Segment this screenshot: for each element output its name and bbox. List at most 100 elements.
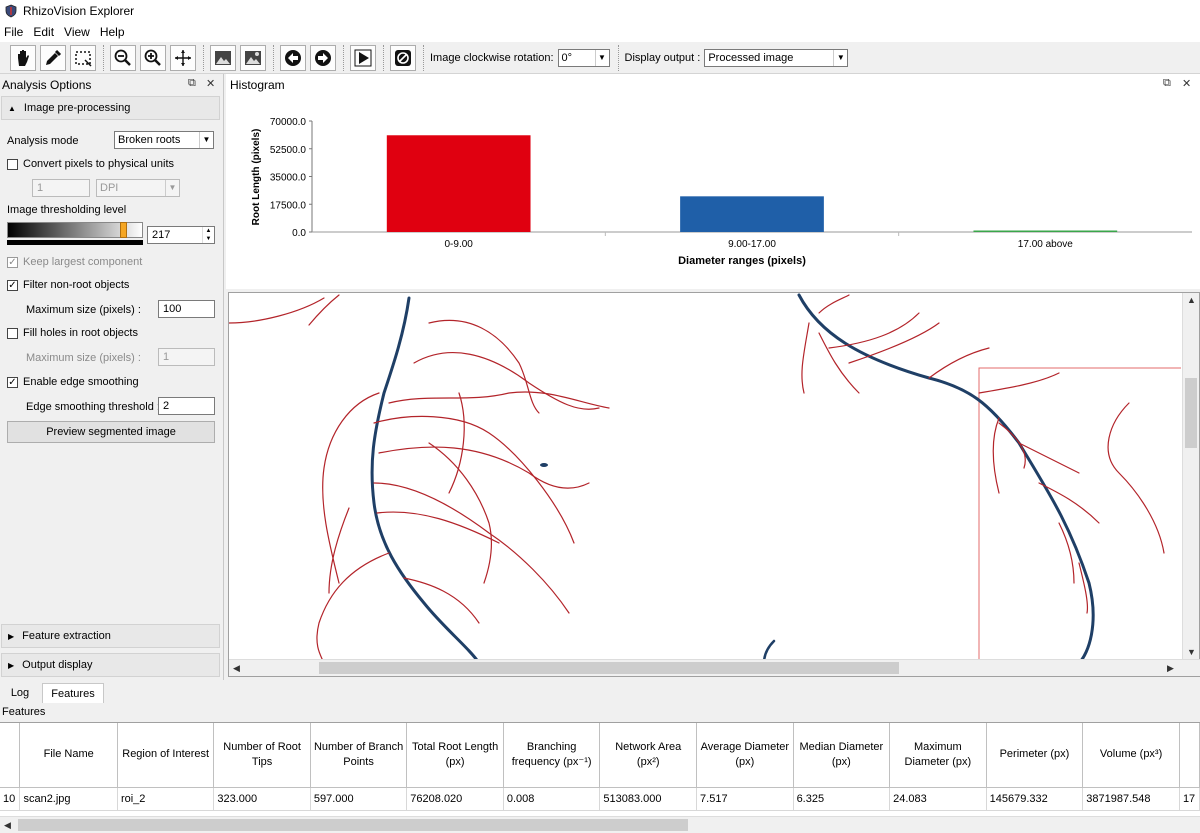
zoom-in-button[interactable]	[140, 44, 166, 71]
fill-max-size-label: Maximum size (pixels) :	[26, 352, 141, 364]
chart-x-tick-label: 9.00-17.00	[728, 239, 776, 250]
zoom-out-icon	[114, 49, 131, 66]
checkbox-box	[7, 327, 18, 339]
checkbox-checked-icon: ✓	[7, 279, 18, 291]
filter-non-root-checkbox[interactable]: ✓ Filter non-root objects	[7, 279, 129, 291]
filter-max-size-input[interactable]: 100	[158, 300, 215, 318]
load-folder-button[interactable]	[240, 44, 266, 71]
physical-units-value-input[interactable]: 1	[32, 179, 90, 197]
toolbar-separator	[343, 44, 344, 71]
column-header[interactable]: Maximum Diameter (px)	[889, 723, 987, 788]
display-output-label: Display output :	[624, 51, 701, 64]
chart-y-tick-label: 70000.0	[270, 117, 307, 128]
scroll-up-icon[interactable]: ▲	[1187, 295, 1196, 305]
root-image-canvas[interactable]	[229, 293, 1181, 659]
table-cell: scan2.jpg	[19, 787, 118, 811]
fill-max-size-input[interactable]: 1	[158, 348, 215, 366]
threshold-gradient-slider[interactable]	[7, 222, 143, 238]
toolbar: Image clockwise rotation: 0° ▼ Display o…	[0, 42, 1200, 74]
fill-holes-checkbox[interactable]: Fill holes in root objects	[7, 327, 138, 339]
section-image-preprocessing[interactable]: ▲ Image pre-processing	[1, 96, 220, 120]
analysis-mode-select[interactable]: Broken roots ▼	[114, 131, 214, 149]
edge-smoothing-checkbox[interactable]: ✓ Enable edge smoothing	[7, 376, 139, 388]
next-image-button[interactable]	[310, 44, 336, 71]
table-cell: 513083.000	[599, 787, 698, 811]
pan-button[interactable]	[10, 44, 36, 71]
chart-bar	[973, 230, 1118, 232]
stop-button[interactable]	[390, 44, 416, 71]
chart-x-tick-label: 0-9.00	[444, 239, 473, 250]
section-output-display[interactable]: ▶ Output display	[1, 653, 220, 677]
table-cell: 17	[1179, 787, 1200, 811]
vertical-scroll-thumb[interactable]	[1185, 378, 1197, 448]
column-header[interactable]: File Name	[19, 723, 118, 788]
table-cell: 7.517	[696, 787, 794, 811]
stop-icon	[395, 49, 411, 66]
threshold-slider-handle[interactable]	[119, 222, 127, 238]
table-cell: 597.000	[310, 787, 408, 811]
horizontal-scroll-thumb[interactable]	[319, 662, 899, 674]
rotation-label: Image clockwise rotation:	[430, 51, 554, 64]
physical-units-select[interactable]: DPI ▼	[96, 179, 180, 197]
scroll-left-icon[interactable]: ◀	[233, 663, 240, 674]
spin-arrows-icon[interactable]: ▲ ▼	[202, 227, 214, 243]
tab-log[interactable]: Log	[4, 683, 36, 703]
image-viewer[interactable]: ▲ ▼ ◀ ▶	[228, 292, 1200, 677]
rotation-select[interactable]: 0° ▼	[557, 48, 610, 67]
menu-file[interactable]: File	[4, 25, 23, 39]
toolbar-separator	[383, 44, 384, 71]
chart-bar	[680, 196, 824, 232]
table-scroll-thumb[interactable]	[18, 819, 688, 831]
column-header[interactable]	[0, 723, 21, 788]
threshold-value-spinbox[interactable]: 217 ▲ ▼	[147, 226, 215, 244]
float-panel-icon[interactable]: ⧉	[188, 77, 196, 90]
run-button[interactable]	[350, 44, 376, 71]
scroll-down-icon[interactable]: ▼	[1187, 647, 1196, 657]
column-header[interactable]: Number of Root Tips	[213, 723, 311, 788]
close-panel-icon[interactable]: ✕	[206, 77, 215, 90]
image-icon	[215, 50, 231, 65]
toolbar-separator	[617, 44, 619, 71]
roi-select-button[interactable]	[70, 44, 96, 71]
vertical-scrollbar[interactable]: ▲ ▼	[1182, 293, 1199, 659]
chart-y-tick-label: 35000.0	[270, 173, 307, 184]
menu-edit[interactable]: Edit	[33, 25, 54, 39]
section-feature-extraction[interactable]: ▶ Feature extraction	[1, 624, 220, 648]
table-horizontal-scrollbar[interactable]: ◀	[0, 816, 1200, 833]
toolbar-separator	[423, 44, 424, 71]
table-row[interactable]: 10 scan2.jpg roi_2 323.000 597.000 76208…	[0, 787, 1200, 811]
menu-view[interactable]: View	[64, 25, 90, 39]
expand-triangle-icon: ▶	[8, 660, 15, 670]
previous-image-button[interactable]	[280, 44, 306, 71]
column-header[interactable]: Region of Interest	[117, 723, 215, 788]
roi-rectangle[interactable]	[978, 367, 1181, 659]
edge-threshold-label: Edge smoothing threshold :	[26, 401, 160, 413]
table-cell: 145679.332	[986, 787, 1084, 811]
preview-segmented-button[interactable]: Preview segmented image	[7, 421, 215, 443]
column-header[interactable]: Perimeter (px)	[986, 723, 1084, 788]
column-header[interactable]: Number of Branch Points	[310, 723, 408, 788]
edge-threshold-input[interactable]: 2	[158, 397, 215, 415]
column-header[interactable]: Network Area (px²)	[599, 723, 698, 788]
hand-icon	[18, 49, 29, 66]
chart-x-axis-label: Diameter ranges (pixels)	[678, 255, 806, 267]
column-header[interactable]	[1179, 723, 1200, 788]
column-header[interactable]: Branching frequency (px⁻¹)	[503, 723, 601, 788]
toolbar-separator	[203, 44, 204, 71]
column-header[interactable]: Average Diameter (px)	[696, 723, 794, 788]
horizontal-scrollbar[interactable]: ◀ ▶	[229, 659, 1200, 676]
tab-features[interactable]: Features	[42, 683, 104, 703]
pick-button[interactable]	[40, 44, 66, 71]
column-header[interactable]: Volume (px³)	[1082, 723, 1180, 788]
menu-help[interactable]: Help	[100, 25, 125, 39]
fit-view-button[interactable]	[170, 44, 196, 71]
column-header[interactable]: Median Diameter (px)	[793, 723, 891, 788]
keep-largest-checkbox[interactable]: ✓ Keep largest component	[7, 256, 142, 268]
column-header[interactable]: Total Root Length (px)	[406, 723, 504, 788]
scroll-right-icon[interactable]: ▶	[1167, 663, 1174, 674]
display-output-select[interactable]: Processed image ▼	[704, 48, 849, 67]
load-image-button[interactable]	[210, 44, 236, 71]
convert-units-checkbox[interactable]: Convert pixels to physical units	[7, 158, 174, 170]
scroll-left-icon[interactable]: ◀	[4, 820, 11, 831]
zoom-out-button[interactable]	[110, 44, 136, 71]
